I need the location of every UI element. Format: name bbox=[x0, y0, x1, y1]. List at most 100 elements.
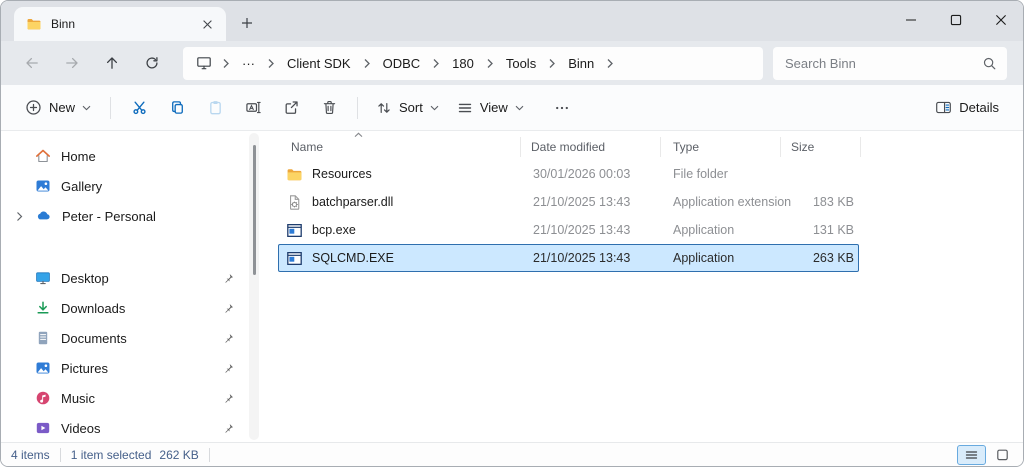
file-type: Application extension bbox=[662, 195, 782, 209]
file-size: 183 KB bbox=[782, 195, 860, 209]
sidebar-item-label: Gallery bbox=[61, 179, 247, 194]
column-header-date-modified[interactable]: Date modified bbox=[521, 137, 661, 157]
sidebar-item-videos[interactable]: Videos bbox=[1, 413, 261, 443]
sidebar-item-gallery[interactable]: Gallery bbox=[1, 171, 261, 201]
command-toolbar: New Sort View bbox=[1, 85, 1023, 131]
sidebar-item-music[interactable]: Music bbox=[1, 383, 261, 413]
selection-size: 262 KB bbox=[159, 448, 198, 462]
documents-icon bbox=[35, 330, 51, 346]
tab-title: Binn bbox=[51, 17, 187, 31]
address-bar: ··· Client SDK ODBC 180 Tools Binn bbox=[1, 41, 1023, 85]
chevron-right-icon[interactable] bbox=[15, 211, 24, 222]
rename-icon[interactable] bbox=[234, 91, 272, 125]
sidebar-item-label: Documents bbox=[61, 331, 212, 346]
file-type: Application bbox=[662, 223, 782, 237]
sidebar-item-label: Videos bbox=[61, 421, 212, 436]
search-input[interactable] bbox=[785, 56, 982, 71]
sort-ascending-icon bbox=[354, 132, 363, 138]
table-row-bcp-exe[interactable]: bcp.exe 21/10/2025 13:43 Application 131… bbox=[278, 216, 859, 244]
chevron-right-icon[interactable] bbox=[483, 54, 497, 73]
sidebar-scrollbar[interactable] bbox=[249, 133, 259, 440]
file-size: 131 KB bbox=[782, 223, 860, 237]
file-explorer-window: Binn bbox=[0, 0, 1024, 467]
table-row-resources[interactable]: Resources 30/01/2026 00:03 File folder bbox=[278, 160, 859, 188]
new-tab-button[interactable] bbox=[232, 9, 262, 37]
view-button-label: View bbox=[480, 100, 508, 115]
forward-icon[interactable] bbox=[55, 46, 89, 80]
sidebar-item-pictures[interactable]: Pictures bbox=[1, 353, 261, 383]
selection-count: 1 item selected bbox=[71, 448, 152, 462]
share-icon[interactable] bbox=[272, 91, 310, 125]
breadcrumb-binn[interactable]: Binn bbox=[559, 51, 603, 76]
breadcrumb-tools[interactable]: Tools bbox=[497, 51, 545, 76]
file-rows: Resources 30/01/2026 00:03 File folder b… bbox=[278, 160, 1023, 272]
chevron-right-icon[interactable] bbox=[219, 54, 233, 73]
sidebar-item-home[interactable]: Home bbox=[1, 141, 261, 171]
pin-icon bbox=[222, 332, 235, 345]
sidebar-item-documents[interactable]: Documents bbox=[1, 323, 261, 353]
file-name: batchparser.dll bbox=[312, 195, 393, 209]
copy-icon[interactable] bbox=[158, 91, 196, 125]
icons-view-toggle[interactable] bbox=[988, 445, 1017, 465]
more-options-icon[interactable] bbox=[543, 91, 581, 125]
onedrive-icon bbox=[35, 208, 52, 224]
item-count: 4 items bbox=[11, 448, 50, 462]
breadcrumb-client-sdk[interactable]: Client SDK bbox=[278, 51, 360, 76]
column-headers: Name Date modified Type Size bbox=[261, 133, 1023, 160]
chevron-right-icon[interactable] bbox=[264, 54, 278, 73]
folder-icon bbox=[286, 166, 303, 183]
sidebar-item-downloads[interactable]: Downloads bbox=[1, 293, 261, 323]
chevron-right-icon[interactable] bbox=[429, 54, 443, 73]
toolbar-divider bbox=[110, 97, 111, 119]
sidebar-item-onedrive[interactable]: Peter - Personal bbox=[1, 201, 261, 231]
file-name: Resources bbox=[312, 167, 372, 181]
column-header-size[interactable]: Size bbox=[781, 137, 861, 157]
chevron-down-icon bbox=[515, 105, 524, 111]
window-controls bbox=[888, 1, 1023, 39]
minimize-icon[interactable] bbox=[888, 1, 933, 39]
sidebar-item-desktop[interactable]: Desktop bbox=[1, 263, 261, 293]
file-date: 30/01/2026 00:03 bbox=[522, 167, 662, 181]
back-icon[interactable] bbox=[15, 46, 49, 80]
this-pc-icon[interactable] bbox=[189, 50, 219, 76]
pin-icon bbox=[222, 302, 235, 315]
details-view-toggle[interactable] bbox=[957, 445, 986, 465]
cut-icon[interactable] bbox=[120, 91, 158, 125]
new-button[interactable]: New bbox=[15, 91, 101, 125]
file-date: 21/10/2025 13:43 bbox=[522, 195, 662, 209]
paste-icon[interactable] bbox=[196, 91, 234, 125]
chevron-right-icon[interactable] bbox=[545, 54, 559, 73]
details-pane-button[interactable]: Details bbox=[927, 91, 1007, 125]
chevron-right-icon[interactable] bbox=[603, 54, 617, 73]
sidebar-item-label: Peter - Personal bbox=[62, 209, 247, 224]
breadcrumb-overflow[interactable]: ··· bbox=[233, 51, 264, 76]
sidebar-item-label: Downloads bbox=[61, 301, 212, 316]
refresh-icon[interactable] bbox=[135, 46, 169, 80]
pin-icon bbox=[222, 362, 235, 375]
file-list-pane: Name Date modified Type Size Resources 3… bbox=[261, 131, 1023, 442]
music-icon bbox=[35, 390, 51, 406]
sidebar-scrollbar-thumb[interactable] bbox=[253, 145, 256, 275]
exe-file-icon bbox=[286, 222, 303, 239]
table-row-batchparser-dll[interactable]: batchparser.dll 21/10/2025 13:43 Applica… bbox=[278, 188, 859, 216]
close-icon[interactable] bbox=[978, 1, 1023, 39]
view-toggles bbox=[957, 445, 1017, 465]
view-button[interactable]: View bbox=[448, 91, 533, 125]
breadcrumb-odbc[interactable]: ODBC bbox=[374, 51, 430, 76]
delete-icon[interactable] bbox=[310, 91, 348, 125]
gallery-icon bbox=[35, 178, 51, 194]
file-type: File folder bbox=[662, 167, 782, 181]
maximize-icon[interactable] bbox=[933, 1, 978, 39]
tab-close-icon[interactable] bbox=[196, 13, 218, 35]
breadcrumb-180[interactable]: 180 bbox=[443, 51, 483, 76]
tab-binn[interactable]: Binn bbox=[14, 7, 226, 41]
sort-button[interactable]: Sort bbox=[367, 91, 448, 125]
table-row-sqlcmd-exe-selected[interactable]: SQLCMD.EXE 21/10/2025 13:43 Application … bbox=[278, 244, 859, 272]
column-header-type[interactable]: Type bbox=[661, 137, 781, 157]
chevron-right-icon[interactable] bbox=[360, 54, 374, 73]
column-header-name[interactable]: Name bbox=[261, 137, 521, 157]
view-icon bbox=[457, 100, 473, 116]
sidebar-item-label: Music bbox=[61, 391, 212, 406]
up-icon[interactable] bbox=[95, 46, 129, 80]
sort-icon bbox=[376, 100, 392, 116]
